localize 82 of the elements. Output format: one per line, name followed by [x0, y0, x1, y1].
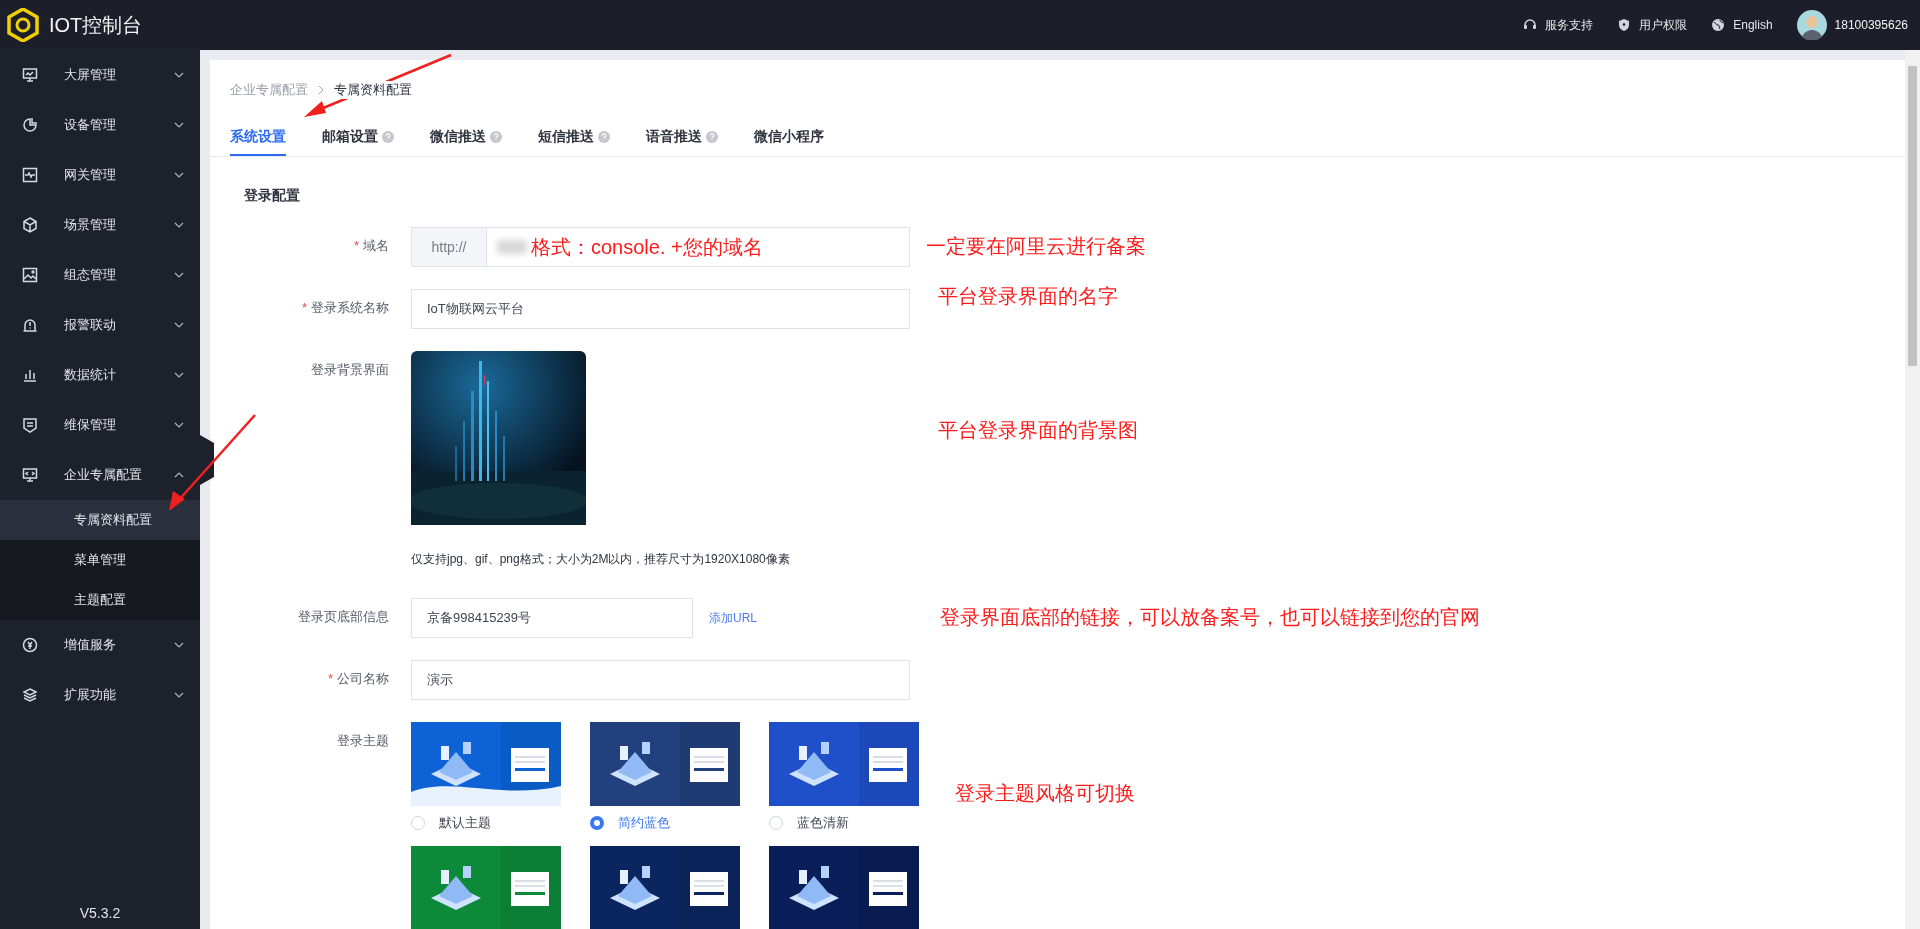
sidebar-item[interactable]: 数据统计 [0, 350, 200, 400]
theme-radio[interactable]: 简约蓝色 [590, 806, 740, 840]
sidebar-item[interactable]: 维保管理 [0, 400, 200, 450]
field-label: * 域名 [352, 237, 389, 255]
help-icon [490, 131, 502, 143]
tab[interactable]: 系统设置 [230, 120, 286, 156]
annotation-text: 登录主题风格可切换 [955, 781, 1135, 806]
help-icon [598, 131, 610, 143]
app-title: IOT控制台 [49, 12, 143, 38]
field-label: * 登录系统名称 [300, 299, 389, 317]
sidebar-item[interactable]: 设备管理 [0, 100, 200, 150]
globe-icon [1711, 18, 1726, 32]
add-url-link[interactable]: 添加URL [709, 609, 757, 627]
header-link[interactable]: 用户权限 [1617, 16, 1688, 34]
chevron-icon [174, 692, 184, 698]
tab[interactable]: 微信小程序 [754, 120, 824, 156]
pie-icon [22, 117, 38, 133]
chevron-icon [174, 322, 184, 328]
user-name[interactable]: 18100395626 [1834, 18, 1908, 32]
field-label: 登录主题 [336, 732, 389, 750]
submenu-item[interactable]: 主题配置 [0, 580, 200, 620]
annotation-text: 平台登录界面的名字 [938, 284, 1118, 309]
chevron-icon [174, 172, 184, 178]
breadcrumb-link[interactable]: 专属资料配置 [334, 81, 412, 99]
annotation-text: 平台登录界面的背景图 [938, 418, 1138, 443]
shield-icon [1617, 18, 1632, 32]
submenu-item[interactable]: 专属资料配置 [0, 500, 200, 540]
upload-hint: 仅支持jpg、gif、png格式；大小为2M以内，推荐尺寸为1920X1080像素 [411, 551, 791, 568]
sidebar-item[interactable]: 大屏管理 [0, 50, 200, 100]
version-label: V5.3.2 [78, 905, 122, 923]
sidebar-item[interactable]: 组态管理 [0, 250, 200, 300]
input-field[interactable]: 演示 [411, 660, 910, 700]
monitor-icon [22, 67, 38, 83]
annotation-text: 一定要在阿里云进行备案 [926, 234, 1146, 259]
tab[interactable]: 语音推送 [646, 120, 718, 156]
alarm-icon [22, 317, 38, 333]
chevron-icon [318, 85, 324, 95]
avatar-icon[interactable] [1796, 10, 1827, 40]
scroll-bar[interactable] [1905, 50, 1920, 929]
annotation-text: 登录界面底部的链接，可以放备案号，也可以链接到您的官网 [940, 605, 1480, 630]
bars-icon [22, 367, 38, 383]
chevron-icon [174, 472, 184, 478]
tab[interactable]: 短信推送 [538, 120, 610, 156]
input-field[interactable]: IoT物联网云平台 [411, 289, 910, 329]
sidebar-item[interactable]: 报警联动 [0, 300, 200, 350]
chevron-icon [174, 222, 184, 228]
tab[interactable]: 微信推送 [430, 120, 502, 156]
sidebar-item[interactable]: 扩展功能 [0, 670, 200, 720]
sidebar-item[interactable]: 场景管理 [0, 200, 200, 250]
headset-icon [1523, 18, 1538, 32]
pulse-icon [22, 167, 38, 183]
sidebar-item[interactable]: 网关管理 [0, 150, 200, 200]
image-icon [22, 267, 38, 283]
chevron-icon [174, 372, 184, 378]
header-link[interactable]: English [1711, 18, 1773, 32]
submenu-item[interactable]: 菜单管理 [0, 540, 200, 580]
sidebar-item[interactable]: 企业专属配置 [0, 450, 200, 500]
blurred-text [497, 240, 527, 254]
chevron-icon [174, 122, 184, 128]
code-icon [22, 467, 38, 483]
field-label: 登录页底部信息 [297, 608, 389, 626]
layers-icon [22, 687, 38, 703]
chevron-icon [174, 422, 184, 428]
chevron-icon [174, 272, 184, 278]
badge-icon [22, 417, 38, 433]
field-label: 登录背景界面 [310, 361, 389, 379]
logo-icon [7, 8, 39, 42]
chevron-icon [174, 72, 184, 78]
help-icon [382, 131, 394, 143]
sidebar-item[interactable]: 增值服务 [0, 620, 200, 670]
cube-icon [22, 217, 38, 233]
input-field[interactable]: 京备998415239号 [411, 598, 693, 638]
coin-icon [22, 637, 38, 653]
help-icon [706, 131, 718, 143]
field-label: * 公司名称 [326, 670, 389, 688]
theme-radio[interactable]: 蓝色清新 [769, 806, 919, 840]
header-link[interactable]: 服务支持 [1523, 16, 1594, 34]
chevron-icon [174, 642, 184, 648]
domain-field[interactable]: http:// 格式：console. +您的域名 [411, 227, 910, 267]
section-title: 登录配置 [244, 187, 301, 205]
theme-radio[interactable]: 默认主题 [411, 806, 561, 840]
tab[interactable]: 邮箱设置 [322, 120, 394, 156]
